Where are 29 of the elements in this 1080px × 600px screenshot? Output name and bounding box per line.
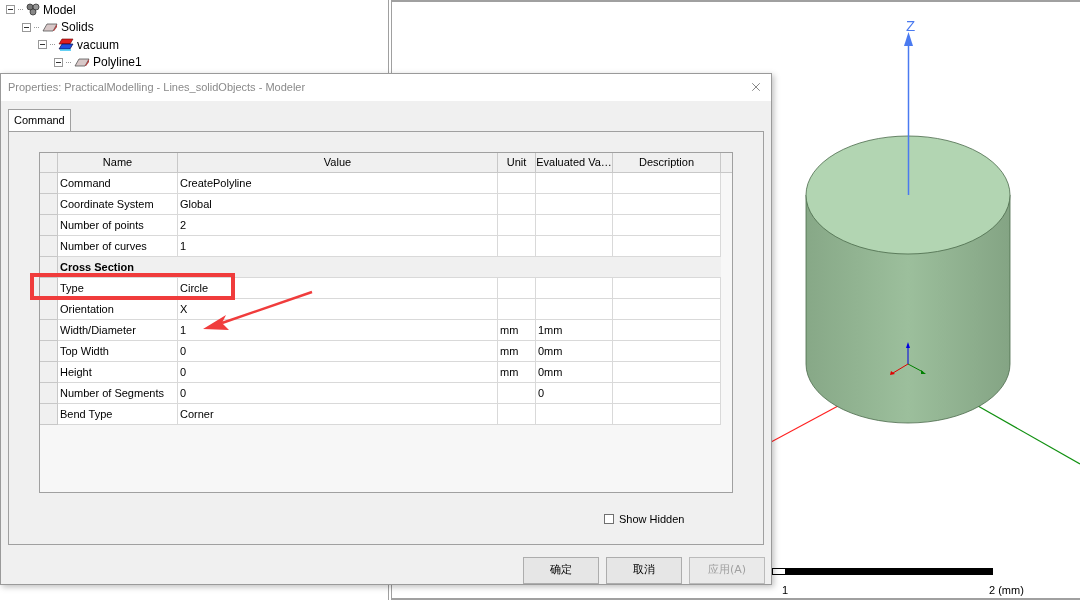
table-cell: 1 [178, 235, 498, 257]
table-cell: 0mm [536, 361, 613, 383]
axis-label: Z [906, 17, 916, 34]
table-cell: Height [58, 361, 178, 383]
table-cell: 0mm [536, 340, 613, 362]
table-cell: 2 [178, 214, 498, 236]
table-cell: 0 [178, 361, 498, 383]
table-cell: Top Width [58, 340, 178, 362]
table-cell: Command [58, 172, 178, 194]
table-cell: Bend Type [58, 403, 178, 425]
table-cell: mm [498, 319, 536, 341]
table-cell: 1mm [536, 319, 613, 341]
table-cell: CreatePolyline [178, 172, 498, 194]
scale-label: 1 [782, 584, 789, 596]
table-cell: 0 [536, 382, 613, 404]
table-cell: 0 [178, 382, 498, 404]
table-cell: Global [178, 193, 498, 215]
dialog-title: Properties: PracticalModelling - Lines_solidObjects - Modeler [8, 80, 306, 96]
table-cell: Width/Diameter [58, 319, 178, 341]
table-cell: 0 [178, 340, 498, 362]
table-cell: Coordinate System [58, 193, 178, 215]
table-cell: Number of curves [58, 235, 178, 257]
table-cell: mm [498, 340, 536, 362]
scale-label: 2 (mm) [989, 584, 1024, 596]
table-cell: Corner [178, 403, 498, 425]
table-cell: Number of points [58, 214, 178, 236]
table-cell: Orientation [58, 298, 178, 320]
table-cell: Number of Segments [58, 382, 178, 404]
table-cell: mm [498, 361, 536, 383]
